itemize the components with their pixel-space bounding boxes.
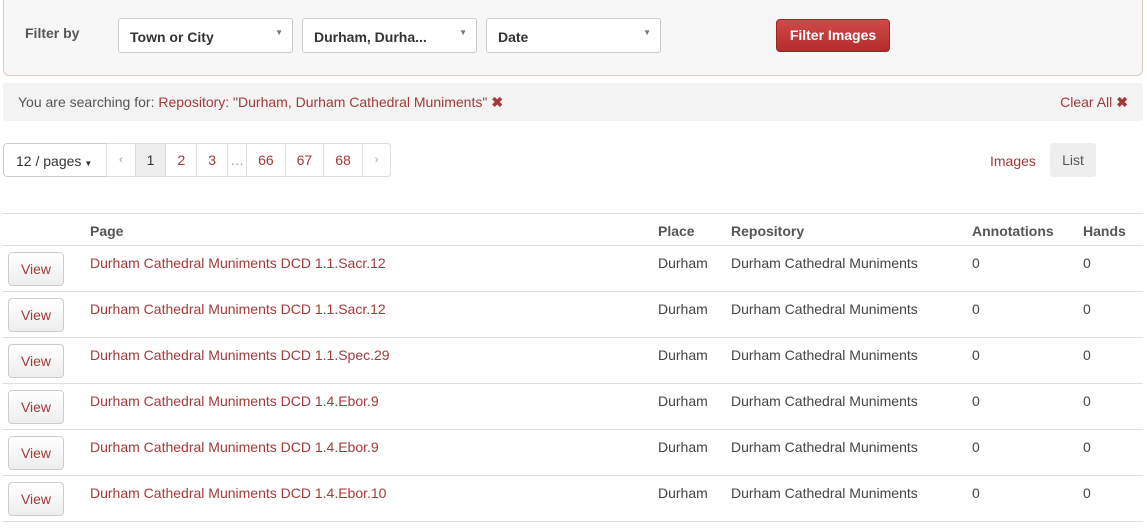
table-row: View Durham Cathedral Muniments DCD 1.1.… <box>3 245 1143 292</box>
search-summary-bar: You are searching for: Repository: "Durh… <box>3 83 1143 121</box>
place-cell: Durham <box>658 337 731 384</box>
page-link[interactable]: Durham Cathedral Muniments DCD 1.1.Spec.… <box>90 337 658 384</box>
view-button[interactable]: View <box>8 482 64 516</box>
pagination-prev[interactable]: ‹ <box>106 143 136 177</box>
date-select[interactable]: Date ▼ <box>486 18 661 53</box>
pagination-page-68[interactable]: 68 <box>323 143 363 177</box>
table-row: View Durham Cathedral Muniments DCD 1.1.… <box>3 291 1143 338</box>
view-button[interactable]: View <box>8 344 64 378</box>
page-link[interactable]: Durham Cathedral Muniments DCD 1.4.Ebor.… <box>90 475 658 522</box>
place-cell: Durham <box>658 383 731 430</box>
annotations-cell: 0 <box>972 429 1083 476</box>
remove-filter-icon[interactable]: ✖ <box>491 94 503 110</box>
repository-cell: Durham Cathedral Muniments <box>731 291 972 338</box>
hands-cell: 0 <box>1083 337 1143 384</box>
table-row: View Durham Cathedral Muniments DCD 1.4.… <box>3 475 1143 522</box>
select-value: Durham, Durha... <box>314 29 427 45</box>
pagination-page-66[interactable]: 66 <box>246 143 286 177</box>
hands-cell: 0 <box>1083 475 1143 522</box>
pagination-page-3[interactable]: 3 <box>196 143 229 177</box>
hands-cell: 0 <box>1083 383 1143 430</box>
header-place[interactable]: Place <box>658 213 731 246</box>
results-table: Page Place Repository Annotations Hands … <box>3 213 1143 522</box>
pagination-next[interactable]: › <box>361 143 392 177</box>
page-link[interactable]: Durham Cathedral Muniments DCD 1.4.Ebor.… <box>90 383 658 430</box>
search-term[interactable]: Repository: "Durham, Durham Cathedral Mu… <box>158 94 487 110</box>
header-hands[interactable]: Hands <box>1083 213 1143 246</box>
view-button[interactable]: View <box>8 298 64 332</box>
caret-down-icon: ▼ <box>643 28 651 37</box>
page-link[interactable]: Durham Cathedral Muniments DCD 1.1.Sacr.… <box>90 245 658 292</box>
place-cell: Durham <box>658 429 731 476</box>
filter-images-button[interactable]: Filter Images <box>776 19 890 52</box>
header-page[interactable]: Page <box>90 213 658 246</box>
table-row: View Durham Cathedral Muniments DCD 1.1.… <box>3 337 1143 384</box>
header-repository[interactable]: Repository <box>731 213 972 246</box>
pagination-ellipsis: … <box>227 143 248 177</box>
repository-select[interactable]: Durham, Durha... ▼ <box>302 18 477 53</box>
annotations-cell: 0 <box>972 475 1083 522</box>
search-summary: You are searching for: Repository: "Durh… <box>18 94 503 111</box>
header-view <box>3 213 90 246</box>
table-row: View Durham Cathedral Muniments DCD 1.4.… <box>3 383 1143 430</box>
annotations-cell: 0 <box>972 245 1083 292</box>
pagination-page-67[interactable]: 67 <box>284 143 325 177</box>
repository-cell: Durham Cathedral Muniments <box>731 429 972 476</box>
repository-cell: Durham Cathedral Muniments <box>731 337 972 384</box>
page-link[interactable]: Durham Cathedral Muniments DCD 1.4.Ebor.… <box>90 429 658 476</box>
annotations-cell: 0 <box>972 291 1083 338</box>
pagination: ‹ 1 2 3 … 66 67 68 › <box>106 143 392 177</box>
place-cell: Durham <box>658 245 731 292</box>
view-button[interactable]: View <box>8 252 64 286</box>
repository-cell: Durham Cathedral Muniments <box>731 475 972 522</box>
repository-cell: Durham Cathedral Muniments <box>731 383 972 430</box>
annotations-cell: 0 <box>972 337 1083 384</box>
search-prefix: You are searching for: <box>18 94 155 110</box>
clear-all-label: Clear All <box>1060 94 1113 110</box>
per-page-value: 12 / pages <box>16 153 82 169</box>
caret-down-icon: ▼ <box>459 28 467 37</box>
filter-panel: Filter by Town or City ▼ Durham, Durha..… <box>3 0 1143 76</box>
pagination-page-2[interactable]: 2 <box>165 143 198 177</box>
hands-cell: 0 <box>1083 245 1143 292</box>
caret-down-icon: ▼ <box>84 159 93 168</box>
clear-all-link[interactable]: Clear All ✖ <box>1060 94 1128 111</box>
per-page-dropdown[interactable]: 12 / pages ▼ <box>3 143 107 177</box>
select-value: Date <box>498 29 529 45</box>
view-button[interactable]: View <box>8 390 64 424</box>
annotations-cell: 0 <box>972 383 1083 430</box>
pagination-page-1[interactable]: 1 <box>134 143 167 177</box>
caret-down-icon: ▼ <box>275 28 283 37</box>
table-header-row: Page Place Repository Annotations Hands <box>3 213 1143 246</box>
repository-cell: Durham Cathedral Muniments <box>731 245 972 292</box>
select-value: Town or City <box>130 29 214 45</box>
town-or-city-select[interactable]: Town or City ▼ <box>118 18 293 53</box>
place-cell: Durham <box>658 291 731 338</box>
list-view-button[interactable]: List <box>1050 143 1096 177</box>
hands-cell: 0 <box>1083 291 1143 338</box>
images-view-link[interactable]: Images <box>990 153 1036 169</box>
filter-label: Filter by <box>25 25 80 41</box>
hands-cell: 0 <box>1083 429 1143 476</box>
view-button[interactable]: View <box>8 436 64 470</box>
header-annotations[interactable]: Annotations <box>972 213 1083 246</box>
table-row: View Durham Cathedral Muniments DCD 1.4.… <box>3 429 1143 476</box>
place-cell: Durham <box>658 475 731 522</box>
page-link[interactable]: Durham Cathedral Muniments DCD 1.1.Sacr.… <box>90 291 658 338</box>
clear-all-icon: ✖ <box>1116 94 1128 110</box>
